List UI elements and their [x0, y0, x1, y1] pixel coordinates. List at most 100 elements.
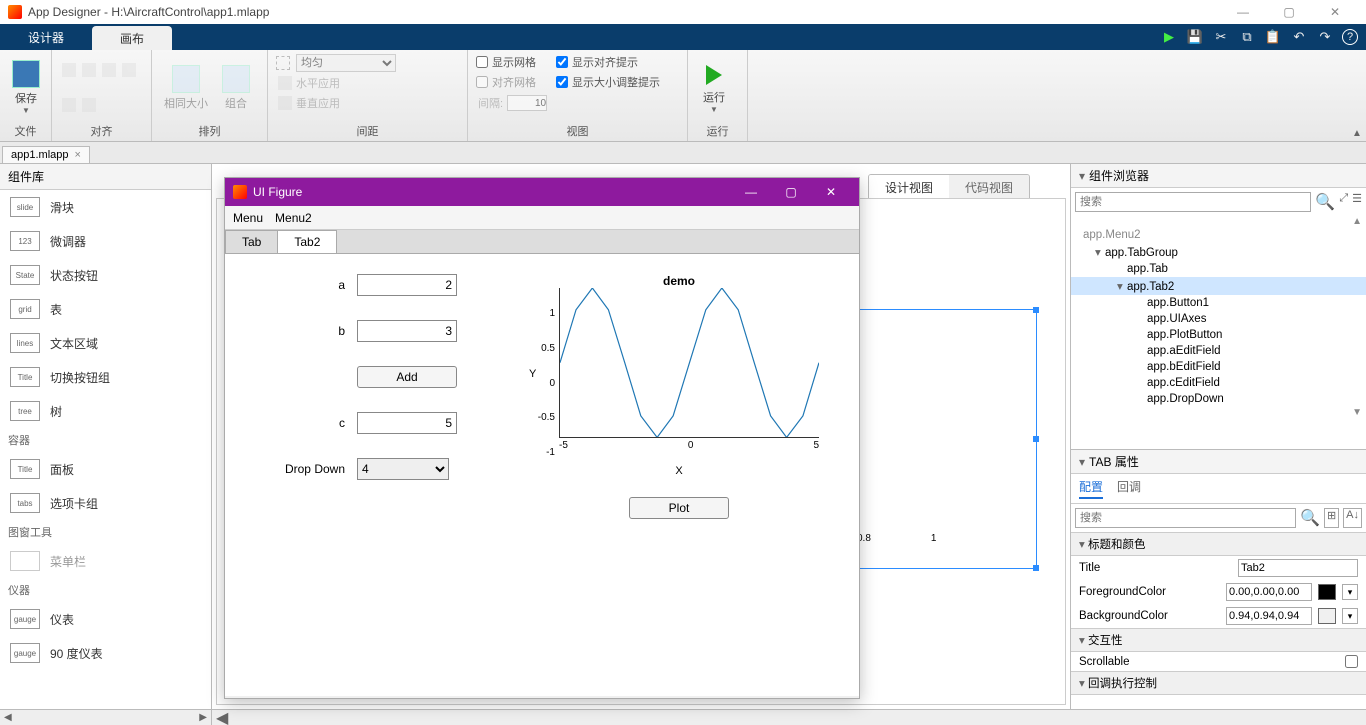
prop-tab-config[interactable]: 配置: [1079, 478, 1103, 499]
menu-item[interactable]: Menu2: [275, 211, 312, 225]
search-icon[interactable]: 🔍: [1315, 192, 1335, 212]
ui-figure-window[interactable]: UI Figure — ▢ ✕ Menu Menu2 Tab Tab2 a b …: [224, 177, 860, 699]
maximize-button[interactable]: ▢: [771, 185, 811, 199]
component-item[interactable]: 123微调器: [0, 224, 211, 258]
ribbon-collapse-button[interactable]: ▲: [1348, 50, 1366, 141]
component-item[interactable]: State状态按钮: [0, 258, 211, 292]
component-item[interactable]: Title切换按钮组: [0, 360, 211, 394]
show-grid-checkbox[interactable]: 显示网格: [476, 54, 536, 70]
run-button[interactable]: 运行 ▼: [696, 59, 732, 116]
tree-node[interactable]: app.cEditField: [1071, 375, 1366, 391]
resize-handle[interactable]: [1033, 436, 1039, 442]
minimize-button[interactable]: —: [731, 185, 771, 199]
browser-search-input[interactable]: [1075, 192, 1311, 212]
component-item[interactable]: gauge90 度仪表: [0, 636, 211, 670]
tree-scroll-down[interactable]: ▼: [1071, 407, 1366, 418]
fg-dropdown-icon[interactable]: ▾: [1342, 584, 1358, 600]
ui-figure-titlebar[interactable]: UI Figure — ▢ ✕: [225, 178, 859, 206]
bg-dropdown-icon[interactable]: ▾: [1342, 608, 1358, 624]
search-icon[interactable]: 🔍: [1300, 508, 1320, 528]
undo-icon[interactable]: ↶: [1290, 28, 1308, 46]
expand-all-icon[interactable]: ⤢: [1339, 192, 1348, 212]
prop-tab-callback[interactable]: 回调: [1117, 478, 1141, 499]
tree-node[interactable]: app.bEditField: [1071, 359, 1366, 375]
bg-swatch[interactable]: [1318, 608, 1336, 624]
input-c[interactable]: [357, 412, 457, 434]
collapse-icon[interactable]: ▾: [1079, 169, 1085, 183]
paste-icon[interactable]: 📋: [1264, 28, 1282, 46]
ui-figure-title: UI Figure: [253, 185, 302, 199]
component-item[interactable]: lines文本区域: [0, 326, 211, 360]
component-item[interactable]: tree树: [0, 394, 211, 428]
resize-handle[interactable]: [1033, 565, 1039, 571]
prop-checkbox-scrollable[interactable]: [1345, 655, 1358, 668]
add-button[interactable]: Add: [357, 366, 457, 388]
show-align-hint-label: 显示对齐提示: [572, 54, 638, 70]
collapse-all-icon[interactable]: ☰: [1352, 192, 1362, 212]
canvas-scrollbar[interactable]: ◀: [212, 710, 1366, 725]
cut-icon[interactable]: ✂: [1212, 28, 1230, 46]
tree-node[interactable]: app.Button1: [1071, 295, 1366, 311]
plot-axes[interactable]: [559, 288, 819, 438]
component-item[interactable]: slide滑块: [0, 190, 211, 224]
left-scrollbar[interactable]: ◀▶: [0, 710, 212, 725]
expand-icon[interactable]: ▾: [1117, 279, 1127, 293]
align-grid-checkbox[interactable]: 对齐网格: [476, 74, 536, 90]
tab-tab2[interactable]: Tab2: [277, 230, 337, 253]
file-tab-close-icon[interactable]: ×: [75, 149, 81, 161]
help-icon[interactable]: ?: [1342, 29, 1358, 45]
prop-section-title-color[interactable]: ▾ 标题和颜色: [1071, 532, 1366, 556]
tree-node[interactable]: app.Tab: [1071, 261, 1366, 277]
categorize-icon[interactable]: ⊞: [1324, 508, 1339, 528]
component-item[interactable]: tabs选项卡组: [0, 486, 211, 520]
show-align-hint-checkbox[interactable]: 显示对齐提示: [556, 54, 638, 70]
expand-icon[interactable]: ▾: [1095, 245, 1105, 259]
ui-figure-content: a b Add c Drop Down 4 demo Y: [225, 254, 859, 696]
maximize-button[interactable]: ▢: [1266, 0, 1312, 24]
sort-icon[interactable]: A↓: [1343, 508, 1362, 528]
spacing-uniform-select: 均匀: [296, 54, 396, 72]
tree-node[interactable]: app.DropDown: [1071, 391, 1366, 407]
save-button[interactable]: 保存 ▼: [8, 58, 44, 117]
show-resize-hint-checkbox[interactable]: 显示大小调整提示: [556, 74, 660, 90]
tree-node[interactable]: app.PlotButton: [1071, 327, 1366, 343]
props-search-input[interactable]: [1075, 508, 1296, 528]
redo-icon[interactable]: ↷: [1316, 28, 1334, 46]
prop-input-fg[interactable]: [1226, 583, 1312, 601]
run-icon[interactable]: ▶: [1160, 28, 1178, 46]
save-icon[interactable]: 💾: [1186, 28, 1204, 46]
tree-node[interactable]: ▾app.Tab2: [1071, 277, 1366, 295]
tab-designer[interactable]: 设计器: [0, 24, 92, 50]
plot-button[interactable]: Plot: [629, 497, 729, 519]
view-tab-code[interactable]: 代码视图: [949, 175, 1029, 200]
resize-handle[interactable]: [1033, 307, 1039, 313]
tree-node-clipped[interactable]: app.Menu2: [1071, 227, 1366, 243]
copy-icon[interactable]: ⧉: [1238, 28, 1256, 46]
input-b[interactable]: [357, 320, 457, 342]
tree-node[interactable]: ▾app.TabGroup: [1071, 243, 1366, 261]
prop-input-bg[interactable]: [1226, 607, 1312, 625]
close-button[interactable]: ✕: [811, 185, 851, 199]
dropdown-select[interactable]: 4: [357, 458, 449, 480]
file-tab-app1[interactable]: app1.mlapp ×: [2, 146, 90, 163]
tree-scroll-up[interactable]: ▲: [1071, 216, 1366, 227]
prop-input-title[interactable]: [1238, 559, 1358, 577]
menu-item[interactable]: Menu: [233, 211, 263, 225]
tab-tab[interactable]: Tab: [225, 230, 278, 253]
prop-section-callback-exec[interactable]: ▾ 回调执行控制: [1071, 671, 1366, 695]
component-item[interactable]: Title面板: [0, 452, 211, 486]
prop-section-interactivity[interactable]: ▾ 交互性: [1071, 628, 1366, 652]
align-bottom-icon: [82, 98, 96, 112]
view-tab-design[interactable]: 设计视图: [869, 175, 949, 200]
fg-swatch[interactable]: [1318, 584, 1336, 600]
close-button[interactable]: ✕: [1312, 0, 1358, 24]
component-tree[interactable]: ▲ app.Menu2 ▾app.TabGroupapp.Tab▾app.Tab…: [1071, 216, 1366, 449]
tree-node[interactable]: app.aEditField: [1071, 343, 1366, 359]
minimize-button[interactable]: —: [1220, 0, 1266, 24]
component-item[interactable]: grid表: [0, 292, 211, 326]
tree-node[interactable]: app.UIAxes: [1071, 311, 1366, 327]
input-a[interactable]: [357, 274, 457, 296]
component-item[interactable]: gauge仪表: [0, 602, 211, 636]
tab-canvas[interactable]: 画布: [92, 26, 172, 50]
collapse-icon[interactable]: ▾: [1079, 455, 1085, 469]
